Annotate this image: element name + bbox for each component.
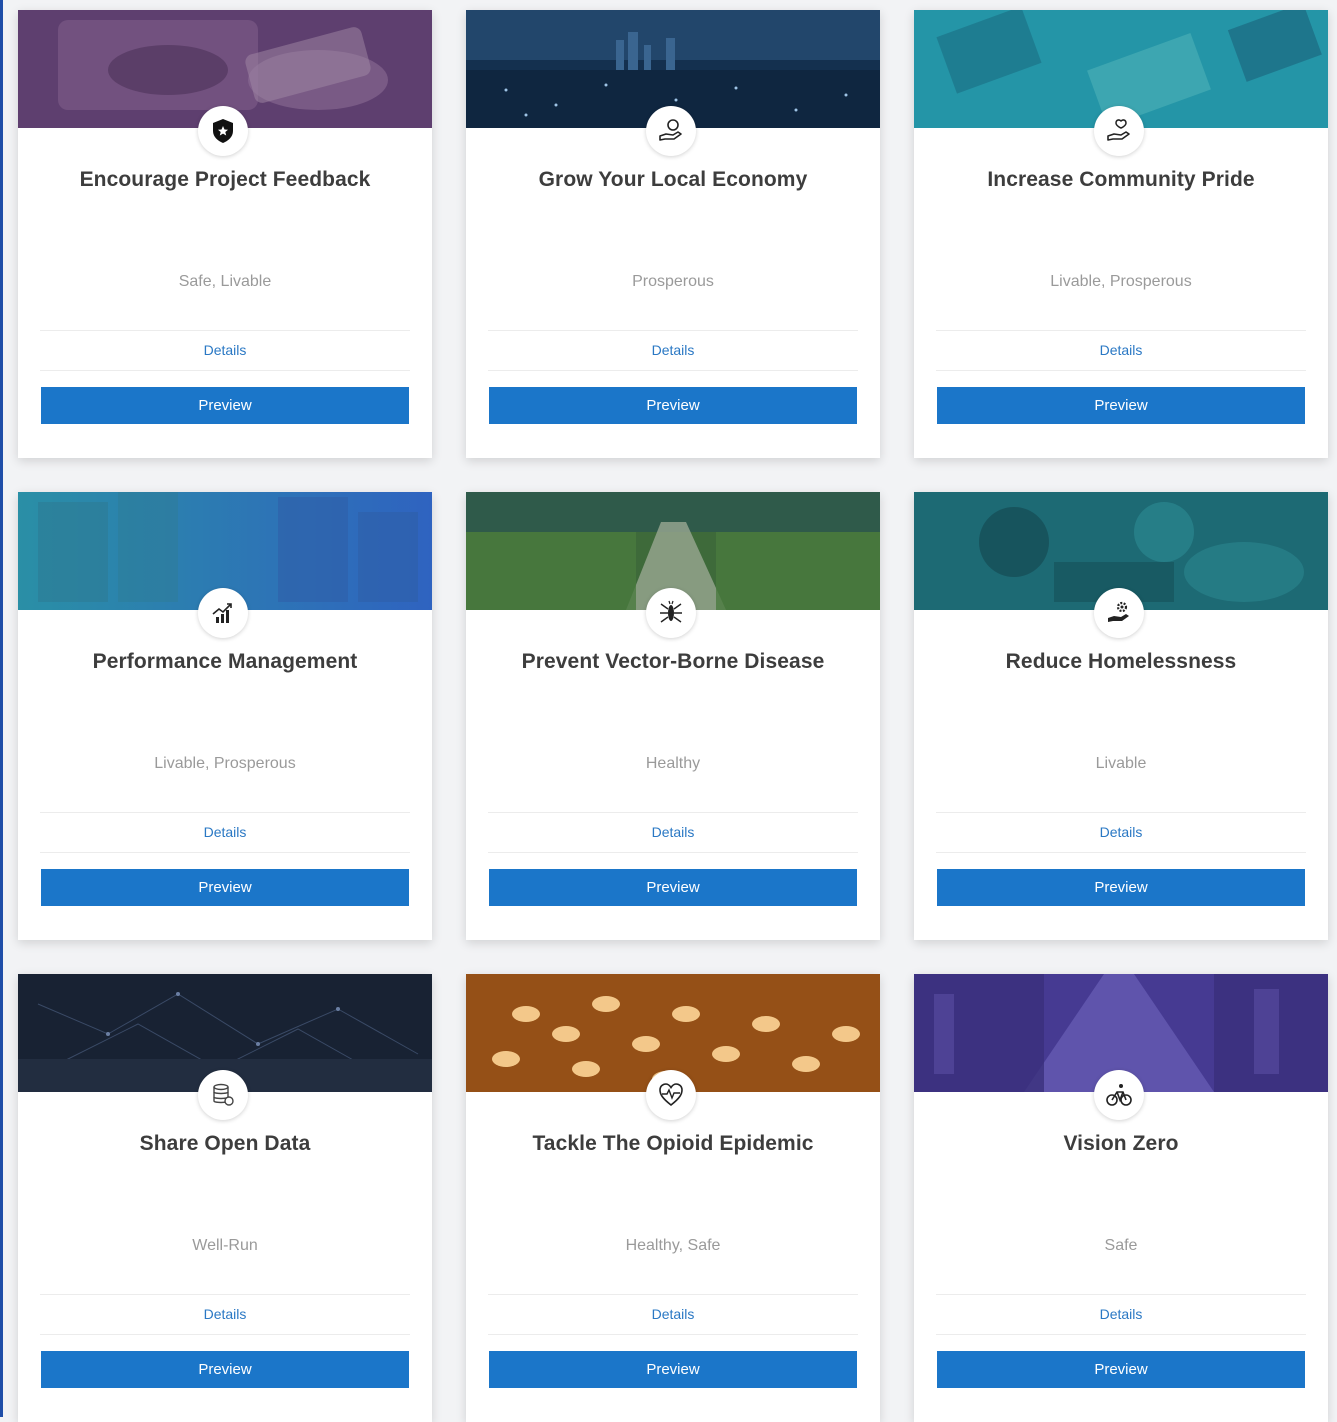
mosquito-icon [646, 588, 696, 638]
details-link[interactable]: Details [466, 1306, 880, 1322]
card-title: Encourage Project Feedback [79, 168, 371, 191]
heart-pulse-icon [646, 1070, 696, 1120]
divider [936, 1294, 1306, 1295]
divider [488, 812, 858, 813]
divider [40, 812, 410, 813]
card-title: Vision Zero [1063, 1132, 1179, 1155]
preview-button[interactable]: Preview [41, 869, 409, 906]
card-title: Prevent Vector-Borne Disease [521, 650, 825, 673]
preview-button[interactable]: Preview [489, 869, 857, 906]
details-link[interactable]: Details [466, 824, 880, 840]
cyclist-icon [1094, 1070, 1144, 1120]
card-performance-management: Performance Management Livable, Prospero… [18, 492, 432, 940]
divider [936, 852, 1306, 853]
details-link[interactable]: Details [18, 1306, 432, 1322]
divider [936, 370, 1306, 371]
card-title: Tackle The Opioid Epidemic [532, 1132, 814, 1155]
card-title: Share Open Data [139, 1132, 311, 1155]
card-tags: Livable, Prosperous [1050, 273, 1192, 290]
divider [488, 330, 858, 331]
card-tags: Prosperous [632, 273, 714, 290]
card-tags: Livable [1095, 755, 1147, 772]
card-tags: Well-Run [192, 1237, 258, 1254]
divider [488, 1334, 858, 1335]
card-tags: Livable, Prosperous [154, 755, 296, 772]
details-link[interactable]: Details [914, 342, 1328, 358]
card-vision-zero: Vision Zero Safe Details Preview [914, 974, 1328, 1422]
divider [488, 1294, 858, 1295]
card-title: Performance Management [92, 650, 358, 673]
chart-growth-icon [198, 588, 248, 638]
divider [936, 812, 1306, 813]
card-tags: Healthy [645, 755, 701, 772]
details-link[interactable]: Details [18, 342, 432, 358]
details-link[interactable]: Details [466, 342, 880, 358]
preview-button[interactable]: Preview [937, 869, 1305, 906]
card-prevent-vector-borne-disease: Prevent Vector-Borne Disease Healthy Det… [466, 492, 880, 940]
card-tags: Healthy, Safe [625, 1237, 721, 1254]
divider [40, 1334, 410, 1335]
preview-button[interactable]: Preview [489, 1351, 857, 1388]
card-reduce-homelessness: Reduce Homelessness Livable Details Prev… [914, 492, 1328, 940]
preview-button[interactable]: Preview [937, 387, 1305, 424]
details-link[interactable]: Details [914, 824, 1328, 840]
window-edge [0, 0, 3, 1417]
card-grow-your-local-economy: Grow Your Local Economy Prosperous Detai… [466, 10, 880, 458]
hand-gear-icon [1094, 588, 1144, 638]
preview-button[interactable]: Preview [489, 387, 857, 424]
divider [40, 370, 410, 371]
card-encourage-project-feedback: Encourage Project Feedback Safe, Livable… [18, 10, 432, 458]
divider [488, 370, 858, 371]
card-title: Increase Community Pride [987, 168, 1255, 191]
divider [40, 330, 410, 331]
divider [488, 852, 858, 853]
card-tags: Safe, Livable [178, 273, 272, 290]
card-title: Grow Your Local Economy [538, 168, 808, 191]
shield-icon [198, 106, 248, 156]
card-increase-community-pride: Increase Community Pride Livable, Prospe… [914, 10, 1328, 458]
card-tags: Safe [1104, 1237, 1138, 1254]
preview-button[interactable]: Preview [41, 387, 409, 424]
hand-heart-icon [1094, 106, 1144, 156]
hand-coin-icon [646, 106, 696, 156]
divider [936, 330, 1306, 331]
preview-button[interactable]: Preview [937, 1351, 1305, 1388]
card-share-open-data: Share Open Data Well-Run Details Preview [18, 974, 432, 1422]
card-grid: Encourage Project Feedback Safe, Livable… [18, 10, 1328, 1422]
card-title: Reduce Homelessness [1005, 650, 1237, 673]
preview-button[interactable]: Preview [41, 1351, 409, 1388]
divider [40, 852, 410, 853]
details-link[interactable]: Details [18, 824, 432, 840]
divider [40, 1294, 410, 1295]
card-tackle-the-opioid-epidemic: Tackle The Opioid Epidemic Healthy, Safe… [466, 974, 880, 1422]
details-link[interactable]: Details [914, 1306, 1328, 1322]
divider [936, 1334, 1306, 1335]
database-icon [198, 1070, 248, 1120]
